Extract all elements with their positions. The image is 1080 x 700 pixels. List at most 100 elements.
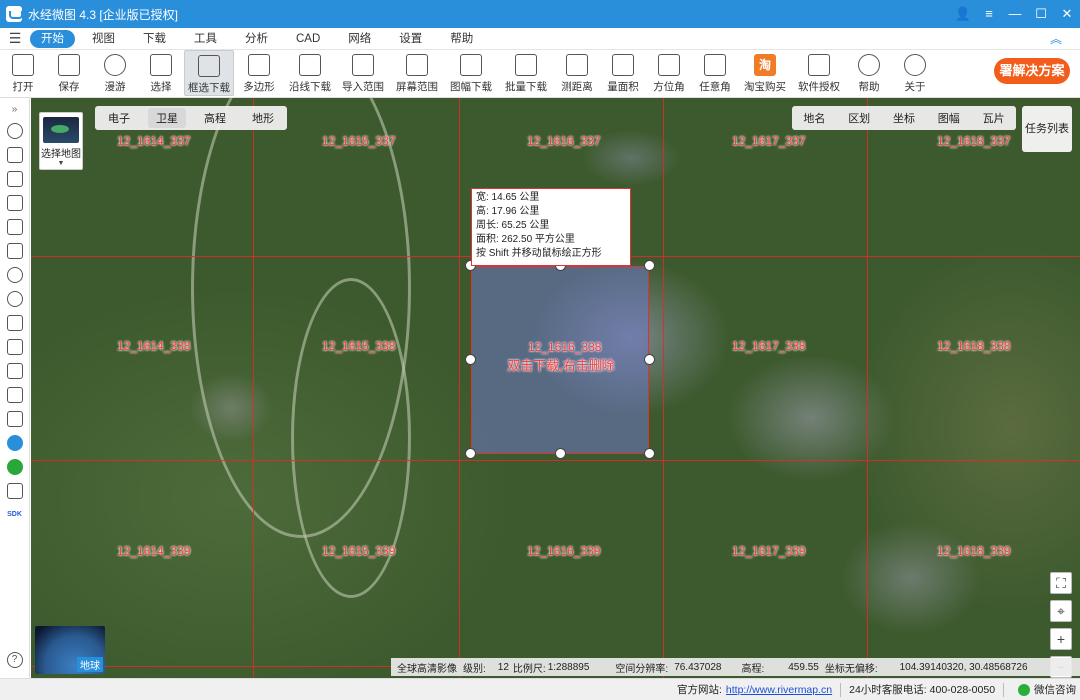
polygon-icon[interactable] bbox=[6, 171, 23, 187]
menu-icon[interactable]: ≡ bbox=[976, 0, 1002, 28]
polyline-icon[interactable] bbox=[6, 195, 23, 211]
elevation-value: 459.55 bbox=[788, 661, 819, 673]
menu-analysis[interactable]: 分析 bbox=[234, 30, 279, 48]
menu-view[interactable]: 视图 bbox=[81, 30, 126, 48]
layer-tiles[interactable]: 瓦片 bbox=[983, 110, 1005, 126]
menu-start[interactable]: 开始 bbox=[30, 29, 75, 48]
map-type-elevation[interactable]: 高程 bbox=[196, 108, 234, 128]
about-button[interactable]: 关于 bbox=[892, 50, 938, 96]
phone-icon[interactable] bbox=[6, 483, 23, 499]
tile-label: 12_1614_338 bbox=[117, 339, 191, 353]
menu-download[interactable]: 下载 bbox=[132, 30, 177, 48]
collapse-ribbon-icon[interactable]: ︽ bbox=[1050, 30, 1062, 47]
tile-label: 12_1614_339 bbox=[117, 544, 191, 558]
azimuth-button[interactable]: 方位角 bbox=[646, 50, 692, 96]
menu-network[interactable]: 网络 bbox=[337, 30, 382, 48]
select-button[interactable]: 选择 bbox=[138, 50, 184, 96]
tile-label: 12_1616_337 bbox=[527, 134, 601, 148]
wechat-consult-link[interactable]: 微信咨询 bbox=[1034, 682, 1076, 697]
tile-label: 12_1615_338 bbox=[322, 339, 396, 353]
fullscreen-icon[interactable]: ⛶ bbox=[1050, 572, 1072, 594]
menu-settings[interactable]: 设置 bbox=[388, 30, 433, 48]
line-download-button[interactable]: 沿线下载 bbox=[284, 50, 336, 96]
info-icon bbox=[904, 54, 926, 76]
site-label: 官方网站: bbox=[677, 684, 722, 696]
box-download-button[interactable]: 框选下载 bbox=[184, 50, 234, 96]
task-list-button[interactable]: 任务列表 bbox=[1022, 106, 1072, 152]
azimuth-icon[interactable] bbox=[6, 387, 23, 403]
area-measure-icon[interactable] bbox=[6, 219, 23, 235]
basemap-thumbnail bbox=[43, 117, 79, 143]
polygon-button[interactable]: 多边形 bbox=[234, 50, 284, 96]
zoom-in-button[interactable]: + bbox=[1050, 628, 1072, 650]
status-bar: 官方网站: http://www.rivermap.cn 24小时客服电话: 4… bbox=[0, 678, 1080, 700]
close-button[interactable]: ✕ bbox=[1054, 0, 1080, 28]
globe-label: 地球 bbox=[77, 657, 103, 672]
globe-view-button[interactable]: 地球 bbox=[35, 626, 105, 674]
open-button[interactable]: 打开 bbox=[0, 50, 46, 96]
circle-icon[interactable] bbox=[6, 267, 23, 283]
help-icon[interactable]: ? bbox=[6, 652, 23, 668]
batch-download-button[interactable]: 批量下载 bbox=[498, 50, 554, 96]
promo-button[interactable]: 署解决方案 bbox=[994, 58, 1070, 84]
locate-icon[interactable]: ⌖ bbox=[1050, 600, 1072, 622]
basemap-selector[interactable]: 选择地图 ▼ bbox=[39, 112, 83, 170]
divider bbox=[840, 682, 842, 697]
user-icon[interactable]: 👤 bbox=[950, 0, 976, 28]
sdk-icon[interactable]: SDK bbox=[7, 507, 23, 523]
import-extent-button[interactable]: 导入范围 bbox=[336, 50, 390, 96]
map-type-vector[interactable]: 电子 bbox=[100, 108, 138, 128]
measure-area-button[interactable]: 量面积 bbox=[600, 50, 646, 96]
maximize-button[interactable]: ☐ bbox=[1028, 0, 1054, 28]
tile-label: 12_1615_337 bbox=[322, 134, 396, 148]
license-button[interactable]: 软件授权 bbox=[792, 50, 846, 96]
resize-handle[interactable] bbox=[644, 260, 655, 271]
layer-districts[interactable]: 区划 bbox=[848, 110, 870, 126]
resize-handle[interactable] bbox=[644, 354, 655, 365]
height-readout: 高: 17.96 公里 bbox=[476, 206, 540, 217]
minimize-button[interactable]: — bbox=[1002, 0, 1028, 28]
measure-distance-button[interactable]: 测距离 bbox=[554, 50, 600, 96]
resize-handle[interactable] bbox=[465, 354, 476, 365]
imagery-source: 全球高清影像 bbox=[397, 663, 457, 675]
resolution-label: 空间分辨率: bbox=[615, 663, 669, 675]
cursor-icon[interactable] bbox=[6, 147, 23, 163]
map-type-terrain[interactable]: 地形 bbox=[244, 108, 282, 128]
selection-rectangle[interactable]: 12_1616_338 双击下载,右击删除 bbox=[471, 266, 649, 454]
site-link[interactable]: http://www.rivermap.cn bbox=[726, 684, 832, 696]
map-type-satellite[interactable]: 卫星 bbox=[148, 108, 186, 128]
ruler-icon[interactable] bbox=[6, 339, 23, 355]
resize-handle[interactable] bbox=[555, 448, 566, 459]
hand-icon[interactable] bbox=[6, 123, 23, 139]
resize-handle[interactable] bbox=[644, 448, 655, 459]
taobao-buy-button[interactable]: 淘 淘宝购买 bbox=[738, 50, 792, 96]
angle-icon[interactable] bbox=[6, 411, 23, 427]
save-icon bbox=[58, 54, 80, 76]
any-angle-button[interactable]: 任意角 bbox=[692, 50, 738, 96]
layer-coordinates[interactable]: 坐标 bbox=[893, 110, 915, 126]
tile-label: 12_1618_337 bbox=[937, 134, 1011, 148]
resize-handle[interactable] bbox=[465, 448, 476, 459]
layer-sheets[interactable]: 图幅 bbox=[938, 110, 960, 126]
menu-cad[interactable]: CAD bbox=[285, 30, 331, 48]
text-icon[interactable] bbox=[6, 315, 23, 331]
area-icon[interactable] bbox=[6, 363, 23, 379]
tile-label: 12_1617_338 bbox=[732, 339, 806, 353]
rectangle-icon[interactable] bbox=[6, 243, 23, 259]
window-controls: 👤 ≡ — ☐ ✕ bbox=[950, 0, 1080, 28]
layer-placenames[interactable]: 地名 bbox=[803, 110, 825, 126]
expand-panel-icon[interactable]: » bbox=[12, 104, 18, 115]
menu-help[interactable]: 帮助 bbox=[439, 30, 484, 48]
map-view[interactable]: 12_1614_337 12_1615_337 12_1616_337 12_1… bbox=[31, 98, 1080, 678]
pan-button[interactable]: 漫游 bbox=[92, 50, 138, 96]
screen-extent-button[interactable]: 屏幕范围 bbox=[390, 50, 444, 96]
menu-tools[interactable]: 工具 bbox=[183, 30, 228, 48]
hamburger-menu-icon[interactable]: ☰ bbox=[0, 30, 30, 47]
save-button[interactable]: 保存 bbox=[46, 50, 92, 96]
green-tool-icon[interactable] bbox=[6, 459, 23, 475]
help-button[interactable]: 帮助 bbox=[846, 50, 892, 96]
sheet-download-button[interactable]: 图幅下载 bbox=[444, 50, 498, 96]
hotline-text: 24小时客服电话: 400-028-0050 bbox=[849, 684, 996, 696]
plugin-icon[interactable] bbox=[6, 435, 23, 451]
crescent-icon[interactable] bbox=[6, 291, 23, 307]
